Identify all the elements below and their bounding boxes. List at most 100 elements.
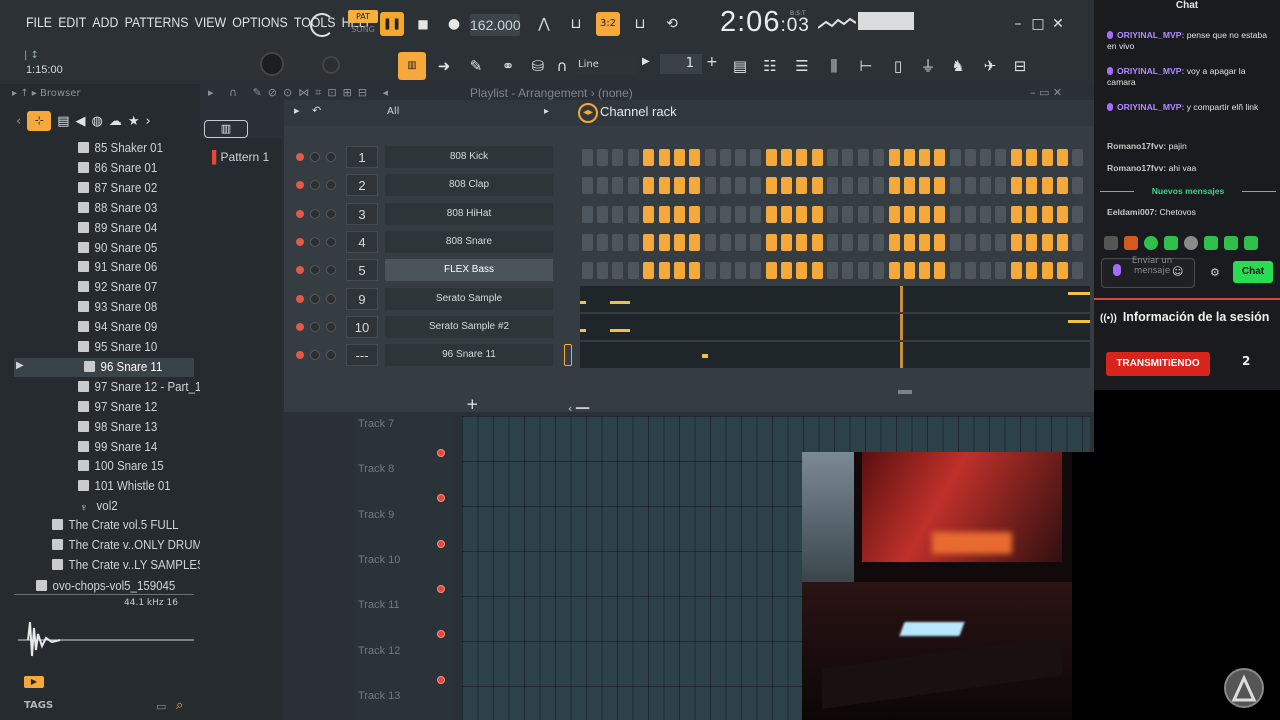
step-button[interactable] (597, 177, 609, 195)
piano-roll-preview[interactable] (580, 285, 1090, 312)
channel-name-button[interactable]: 96 Snare 11 (385, 344, 553, 367)
step-button[interactable] (934, 233, 946, 251)
step-button[interactable] (857, 149, 869, 166)
step-button[interactable] (1011, 205, 1023, 223)
channel-volume-knob[interactable] (326, 293, 336, 304)
track-label[interactable]: Track 10 (358, 554, 400, 566)
step-button[interactable] (827, 262, 839, 280)
step-button[interactable] (688, 149, 700, 166)
track-label[interactable]: Track 13 (358, 690, 400, 702)
rack-options-icon[interactable]: ▸ (294, 104, 300, 117)
chat-username[interactable]: Romano17fvv: (1107, 141, 1166, 151)
step-button[interactable] (949, 177, 961, 195)
step-button[interactable] (688, 177, 700, 195)
browser-file-item[interactable]: 96 Snare 11 (84, 360, 162, 374)
menu-edit[interactable]: EDIT (58, 14, 86, 30)
step-button[interactable] (1026, 262, 1038, 280)
step-button[interactable] (765, 205, 777, 223)
step-button[interactable] (827, 149, 839, 166)
note-block[interactable] (580, 300, 586, 304)
step-button[interactable] (796, 177, 808, 195)
browser-file-item[interactable]: 100 Snare 15 (78, 459, 164, 473)
cart-icon[interactable]: ⊟ (1006, 52, 1034, 80)
step-button[interactable] (965, 233, 976, 251)
step-button[interactable] (995, 233, 1007, 251)
step-edit-icon[interactable]: ⊔ (628, 12, 652, 36)
step-button[interactable] (643, 205, 655, 223)
close-icon[interactable]: ✕ (1046, 12, 1070, 36)
step-button[interactable] (888, 177, 900, 195)
step-button[interactable] (918, 177, 930, 195)
step-button[interactable] (796, 262, 808, 280)
step-button[interactable] (872, 205, 884, 223)
channel-volume-knob[interactable] (326, 236, 336, 247)
channel-filter[interactable]: All (387, 106, 399, 117)
browser-file-item[interactable]: 90 Snare 05 (78, 241, 157, 255)
play-pattern-icon[interactable]: ▶ (642, 56, 654, 74)
tempo-tapper-icon[interactable]: ♞ (944, 52, 972, 80)
play-preview-icon[interactable]: ▶ (24, 676, 44, 688)
channel-pan-knob[interactable] (310, 152, 320, 162)
step-button[interactable] (888, 233, 900, 251)
step-button[interactable] (1011, 262, 1023, 280)
note-block[interactable] (1068, 319, 1090, 323)
menu-patterns[interactable]: PATTERNS (125, 14, 189, 30)
step-button[interactable] (673, 177, 685, 195)
step-button[interactable] (918, 205, 930, 223)
step-button[interactable] (995, 177, 1007, 195)
channel-mixer-track[interactable]: 3 (346, 202, 378, 225)
browser-file-item[interactable]: 101 Whistle 01 (78, 479, 171, 493)
menu-file[interactable]: FILE (26, 14, 52, 30)
pattern-icon[interactable]: ▥ (398, 52, 426, 80)
step-button[interactable] (796, 149, 808, 166)
gear-icon[interactable]: ⚙ (1210, 266, 1220, 279)
step-button[interactable] (627, 177, 639, 195)
master-pitch-knob[interactable] (322, 56, 340, 74)
channel-mute-led[interactable] (296, 209, 304, 218)
step-button[interactable] (627, 262, 639, 280)
step-button[interactable] (888, 149, 900, 166)
step-button[interactable] (582, 177, 593, 195)
browser-file-item[interactable]: 98 Snare 13 (78, 420, 157, 434)
channel-mixer-track[interactable]: --- (346, 344, 378, 367)
browser-tree-icon[interactable]: ⊢ (852, 52, 880, 80)
browser-file-item[interactable]: 88 Snare 03 (78, 201, 157, 215)
channel-name-button[interactable]: 808 Clap (385, 174, 553, 197)
step-button[interactable] (1072, 262, 1084, 280)
step-button[interactable] (765, 149, 777, 166)
channel-mute-led[interactable] (296, 237, 304, 246)
menu-options[interactable]: OPTIONS (232, 14, 287, 30)
note-block[interactable] (1068, 291, 1090, 295)
browser-file-item[interactable]: 87 Snare 02 (78, 181, 157, 195)
step-button[interactable] (827, 233, 839, 251)
browser-file-item[interactable]: 94 Snare 09 (78, 320, 157, 334)
record-icon[interactable]: ● (442, 12, 466, 36)
step-button[interactable] (872, 233, 884, 251)
step-button[interactable] (995, 205, 1007, 223)
step-button[interactable] (1072, 177, 1084, 195)
chat-send-button[interactable]: Chat (1233, 261, 1273, 283)
countdown-icon[interactable]: 3:2 (596, 12, 620, 36)
step-button[interactable] (857, 205, 869, 223)
pat-song-toggle[interactable]: PAT SONG (348, 10, 378, 38)
channel-volume-knob[interactable] (326, 321, 336, 332)
rack-scrollbar[interactable] (898, 390, 912, 394)
step-button[interactable] (796, 233, 808, 251)
step-button[interactable] (750, 205, 762, 223)
step-button[interactable] (582, 149, 593, 166)
emote-icon[interactable] (1204, 236, 1218, 250)
channel-mixer-track[interactable]: 5 (346, 259, 378, 282)
channel-mixer-track[interactable]: 1 (346, 146, 378, 168)
step-button[interactable] (612, 177, 624, 195)
step-button[interactable] (980, 205, 992, 223)
step-button[interactable] (965, 149, 976, 166)
step-button[interactable] (872, 177, 884, 195)
chat-username[interactable]: ORIYINAL_MVP: (1117, 102, 1184, 112)
channel-name-button[interactable]: Serato Sample (385, 287, 553, 310)
step-button[interactable] (872, 262, 884, 280)
browser-file-item[interactable]: 92 Snare 07 (78, 280, 157, 294)
step-button[interactable] (918, 262, 930, 280)
swing-knob-icon[interactable]: ◂▸ (578, 103, 598, 123)
step-button[interactable] (842, 149, 854, 166)
track-label[interactable]: Track 8 (358, 463, 394, 475)
